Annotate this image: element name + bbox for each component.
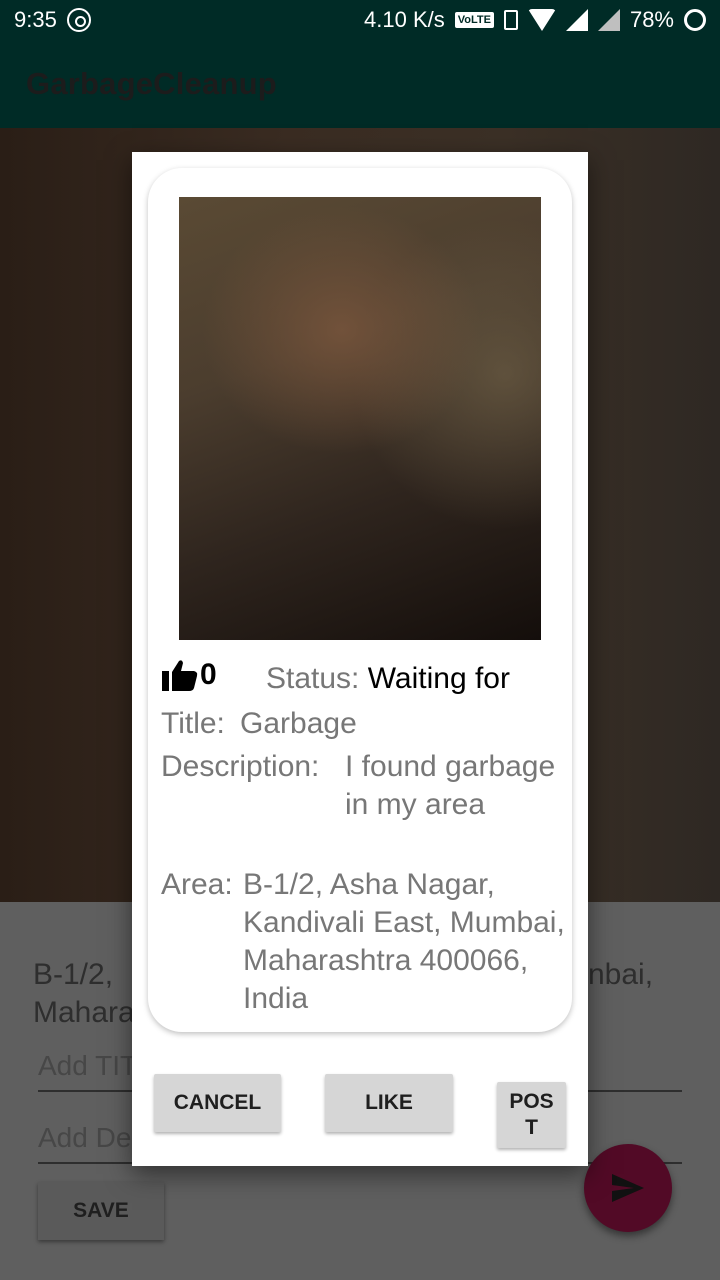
- wifi-icon: [527, 9, 556, 31]
- network-speed: 4.10 K/s: [364, 7, 445, 32]
- post-button[interactable]: POST: [497, 1082, 566, 1148]
- status-bar: 9:35 4.10 K/s VoLTE 78%: [0, 0, 720, 38]
- like-count-value: 0: [200, 658, 217, 691]
- send-icon: [612, 1174, 644, 1202]
- no-signal-icon: [597, 9, 620, 31]
- title-value: Garbage: [240, 707, 357, 740]
- like-count: 0: [162, 658, 217, 692]
- status-text: Status: Waiting for: [266, 662, 510, 696]
- status-label: Status:: [266, 662, 368, 695]
- app-bar: GarbageCleanup: [0, 38, 720, 128]
- description-label: Description:: [161, 750, 320, 783]
- send-button[interactable]: [584, 1144, 672, 1232]
- whatsapp-icon: [66, 8, 91, 32]
- status-value: Waiting for: [367, 662, 510, 695]
- cancel-button[interactable]: CANCEL: [154, 1074, 281, 1132]
- signal-icon: [565, 9, 588, 31]
- post-dialog: 0 Status: Waiting for Title: Garbage Des…: [132, 152, 588, 1166]
- app-title: GarbageCleanup: [26, 66, 277, 101]
- post-card: 0 Status: Waiting for Title: Garbage Des…: [148, 168, 572, 1032]
- background-address-right: nbai,: [588, 958, 654, 991]
- vibrate-icon: [503, 10, 518, 30]
- thumbs-up-icon: [162, 660, 198, 691]
- area-label: Area:: [161, 868, 233, 901]
- garbage-photo: [179, 197, 541, 640]
- volte-badge: VoLTE: [454, 12, 494, 28]
- battery-icon: [684, 9, 706, 31]
- area-value: B-1/2, Asha Nagar, Kandivali East, Mumba…: [243, 868, 565, 1015]
- save-button[interactable]: SAVE: [38, 1182, 164, 1240]
- battery-percent: 78%: [629, 7, 674, 32]
- title-label: Title:: [161, 707, 225, 740]
- status-time: 9:35: [14, 7, 57, 32]
- like-button[interactable]: LIKE: [325, 1074, 453, 1132]
- description-value: I found garbage in my area: [345, 750, 556, 821]
